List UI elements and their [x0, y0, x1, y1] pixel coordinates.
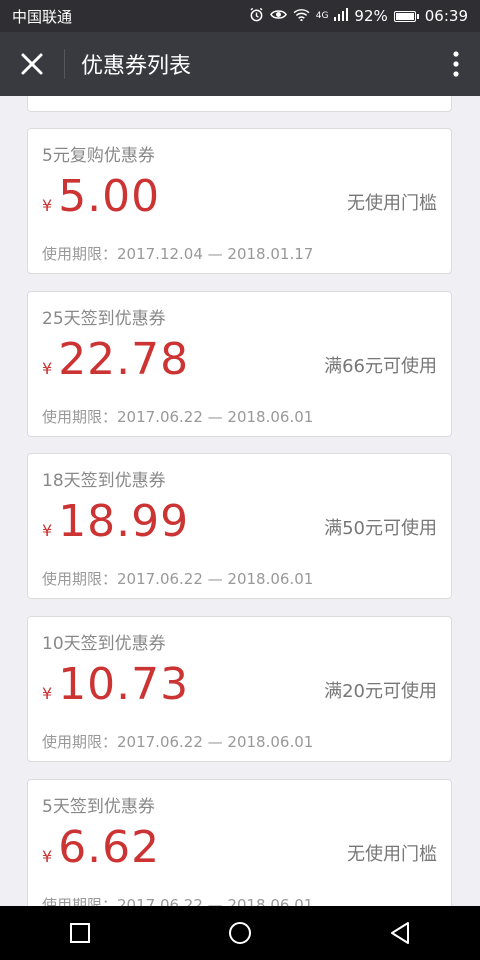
coupon-card-partial[interactable]: [27, 96, 452, 112]
coupon-card[interactable]: 18天签到优惠券 ¥ 18.99 满50元可使用 使用期限：2017.06.22…: [27, 453, 452, 599]
coupon-validity: 使用期限：2017.06.22 — 2018.06.01: [42, 570, 314, 588]
back-triangle-icon: [391, 922, 409, 944]
home-button[interactable]: [210, 906, 270, 960]
coupon-value: 5.00: [58, 171, 161, 222]
coupon-condition: 无使用门槛: [347, 844, 437, 865]
currency-symbol: ¥: [42, 684, 53, 703]
coupon-validity: 使用期限：2017.06.22 — 2018.06.01: [42, 896, 314, 906]
coupon-condition: 满66元可使用: [324, 356, 437, 377]
battery-tip: [416, 13, 419, 19]
coupon-list[interactable]: 5元复购优惠券 ¥ 5.00 无使用门槛 使用期限：2017.12.04 — 2…: [0, 96, 480, 906]
coupon-amount: ¥ 22.78: [42, 334, 189, 385]
coupon-validity: 使用期限：2017.12.04 — 2018.01.17: [42, 245, 314, 263]
coupon-amount: ¥ 10.73: [42, 659, 189, 710]
coupon-name: 18天签到优惠券: [42, 471, 166, 491]
coupon-amount: ¥ 5.00: [42, 171, 160, 222]
coupon-value: 18.99: [58, 496, 190, 547]
coupon-value: 22.78: [58, 334, 190, 385]
recents-square-icon: [70, 923, 90, 943]
coupon-card[interactable]: 5元复购优惠券 ¥ 5.00 无使用门槛 使用期限：2017.12.04 — 2…: [27, 128, 452, 274]
coupon-name: 25天签到优惠券: [42, 309, 166, 329]
close-button[interactable]: [0, 32, 64, 96]
coupon-condition: 无使用门槛: [347, 193, 437, 214]
coupon-card[interactable]: 25天签到优惠券 ¥ 22.78 满66元可使用 使用期限：2017.06.22…: [27, 291, 452, 437]
status-bar: 中国联通 4G 92% 06:39: [0, 0, 480, 32]
network-type: 4G: [315, 10, 329, 21]
more-vertical-icon: [453, 51, 459, 77]
page-title: 优惠券列表: [81, 54, 192, 79]
header-bar: 优惠券列表: [0, 32, 480, 96]
coupon-card[interactable]: 10天签到优惠券 ¥ 10.73 满20元可使用 使用期限：2017.06.22…: [27, 616, 452, 762]
coupon-validity: 使用期限：2017.06.22 — 2018.06.01: [42, 733, 314, 751]
close-icon: [21, 53, 43, 75]
coupon-validity: 使用期限：2017.06.22 — 2018.06.01: [42, 408, 314, 426]
wifi-icon: [293, 8, 310, 24]
clock: 06:39: [424, 7, 468, 25]
status-icons: 4G 92% 06:39: [249, 7, 468, 25]
currency-symbol: ¥: [42, 196, 53, 215]
coupon-amount: ¥ 18.99: [42, 496, 189, 547]
coupon-value: 6.62: [58, 822, 161, 873]
coupon-card[interactable]: 5天签到优惠券 ¥ 6.62 无使用门槛 使用期限：2017.06.22 — 2…: [27, 779, 452, 906]
back-button[interactable]: [370, 906, 430, 960]
coupon-condition: 满50元可使用: [324, 518, 437, 539]
eye-icon: [269, 8, 287, 24]
alarm-icon: [249, 7, 264, 25]
more-button[interactable]: [432, 32, 480, 96]
recents-button[interactable]: [50, 906, 110, 960]
signal-icon: [334, 8, 349, 24]
coupon-name: 5元复购优惠券: [42, 146, 155, 166]
coupon-amount: ¥ 6.62: [42, 822, 160, 873]
coupon-condition: 满20元可使用: [324, 681, 437, 702]
carrier-label: 中国联通: [12, 7, 73, 26]
currency-symbol: ¥: [42, 521, 53, 540]
system-nav-bar: [0, 906, 480, 960]
coupon-value: 10.73: [58, 659, 190, 710]
header-divider: [64, 49, 65, 79]
battery-icon: [393, 10, 416, 22]
currency-symbol: ¥: [42, 359, 53, 378]
battery-percent: 92%: [354, 7, 388, 25]
coupon-name: 10天签到优惠券: [42, 634, 166, 654]
home-circle-icon: [229, 922, 251, 944]
coupon-name: 5天签到优惠券: [42, 797, 155, 817]
currency-symbol: ¥: [42, 847, 53, 866]
